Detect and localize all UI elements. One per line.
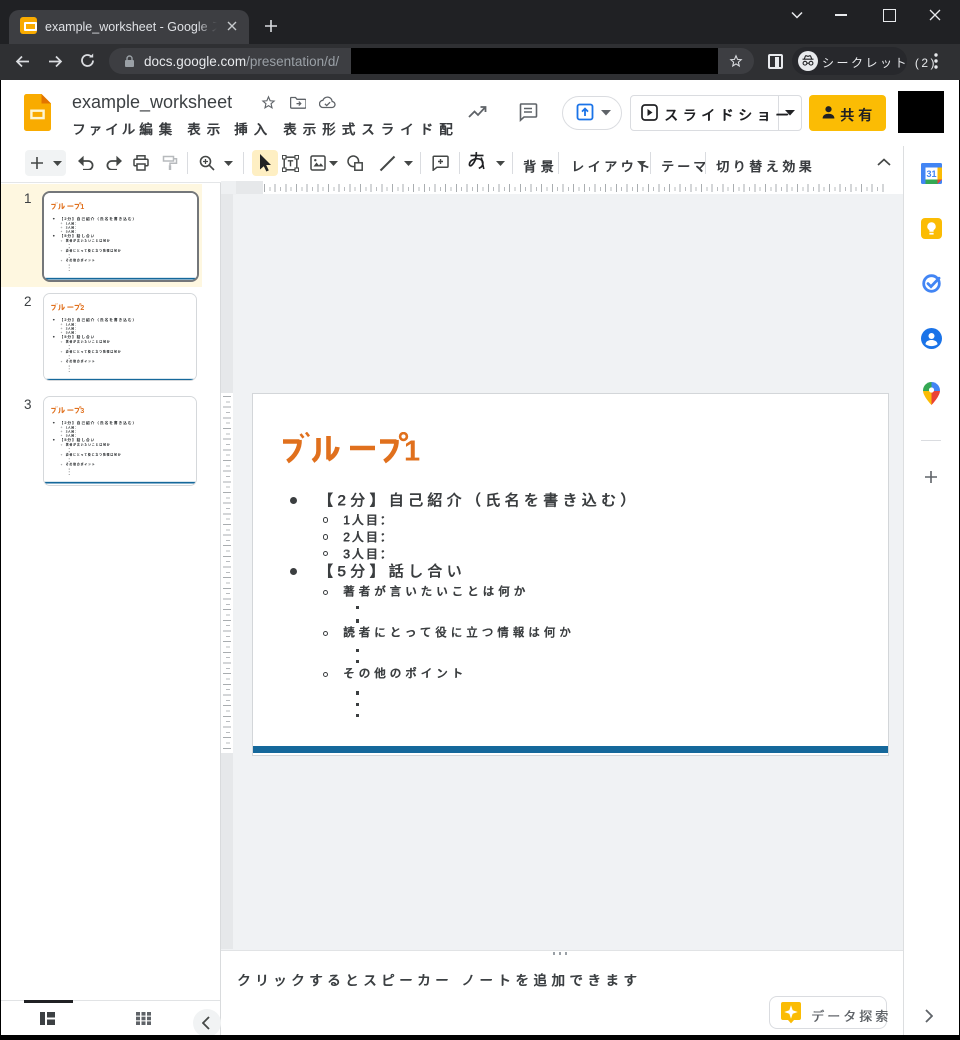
svg-text:2: 2: [80, 305, 84, 311]
svg-text:1: 1: [80, 204, 84, 210]
svg-text:3: 3: [80, 408, 84, 414]
svg-text:31: 31: [926, 169, 936, 179]
svg-text:1: 1: [404, 436, 420, 466]
